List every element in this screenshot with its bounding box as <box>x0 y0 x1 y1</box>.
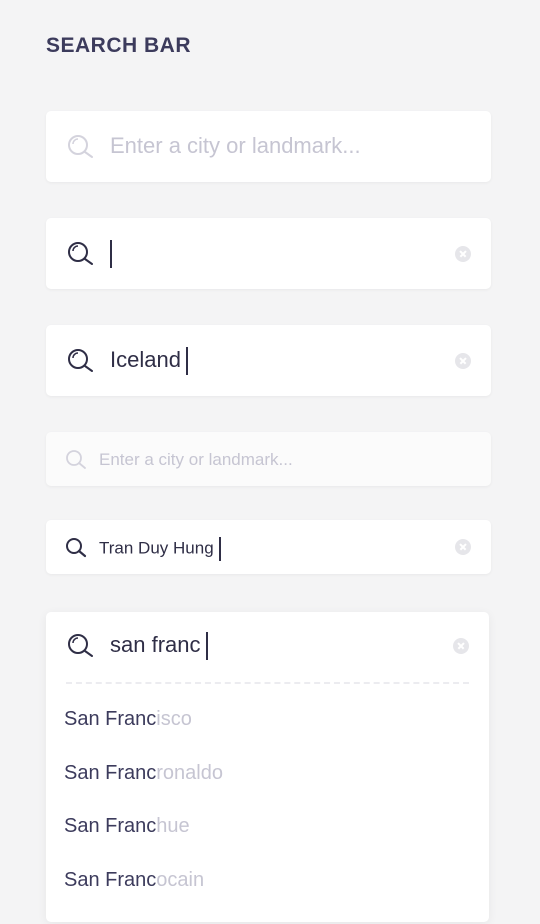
text-caret <box>218 537 221 561</box>
suggestion-list: San Francisco San Francronaldo San Franc… <box>64 700 223 914</box>
page: SEARCH BAR Enter a city or landmark... I… <box>0 0 540 924</box>
search-placeholder: Enter a city or landmark... <box>110 133 361 158</box>
suggestion-item[interactable]: San Francocain <box>64 861 223 915</box>
search-input[interactable]: Tran Duy Hung <box>99 537 221 561</box>
search-bar-empty[interactable]: Enter a city or landmark... <box>46 111 491 182</box>
search-input[interactable]: san franc <box>110 632 208 661</box>
search-icon <box>68 349 93 372</box>
search-icon <box>68 634 93 657</box>
search-input[interactable]: Iceland <box>110 347 188 376</box>
clear-icon[interactable] <box>455 539 471 555</box>
search-placeholder: Enter a city or landmark... <box>99 450 293 469</box>
page-title: SEARCH BAR <box>46 34 192 57</box>
divider <box>66 682 469 684</box>
search-bar-focused[interactable] <box>46 218 491 289</box>
clear-icon[interactable] <box>455 352 471 369</box>
suggestion-item[interactable]: San Francisco <box>64 700 223 754</box>
suggestion-item[interactable]: San Francronaldo <box>64 754 223 808</box>
text-caret <box>185 347 188 376</box>
clear-icon[interactable] <box>455 245 471 262</box>
search-icon <box>66 450 86 469</box>
search-bar-compact-typing[interactable]: Tran Duy Hung <box>46 520 491 574</box>
search-bar-typing[interactable]: Iceland <box>46 325 491 396</box>
search-bar-compact-empty[interactable]: Enter a city or landmark... <box>46 432 491 486</box>
search-icon <box>66 538 87 558</box>
search-icon <box>68 242 93 265</box>
suggestion-item[interactable]: San Franchue <box>64 807 223 861</box>
text-caret <box>205 632 208 661</box>
autocomplete-dropdown: san franc San Francisco San Francronaldo… <box>46 612 489 922</box>
clear-icon[interactable] <box>453 638 469 654</box>
search-icon <box>68 135 93 158</box>
text-caret <box>110 240 112 269</box>
search-input[interactable] <box>110 240 112 269</box>
